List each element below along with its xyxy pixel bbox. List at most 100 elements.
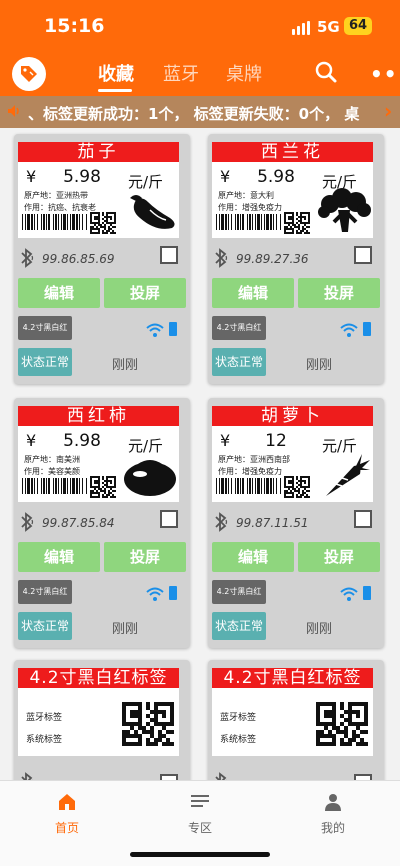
update-notice-text: 、标签更新成功：1个， 标签更新失败：0个， 桌 xyxy=(28,105,360,123)
edit-button[interactable]: 编辑 xyxy=(212,278,294,308)
wifi-icon xyxy=(340,322,358,341)
favorites-grid: 茄子 ¥5.98 元/斤 原产地：亚洲热带 作用：抗癌、抗衰老 99.86.85.69 编辑… xyxy=(0,128,400,780)
label-line: 系统标签 xyxy=(220,735,257,745)
battery-indicator: 64 xyxy=(344,17,372,35)
more-menu-button[interactable]: ••• xyxy=(370,62,400,86)
label-line: 蓝牙标签 xyxy=(26,713,63,723)
last-updated: 刚刚 xyxy=(112,358,139,373)
product-name: 西兰花 xyxy=(212,142,373,162)
select-checkbox[interactable] xyxy=(354,510,372,528)
tag-size-badge: 4.2寸黑白红 xyxy=(18,580,72,604)
status-bar: 15:16 5G 64 xyxy=(0,0,400,52)
device-row: 99.87.11.51 xyxy=(208,510,384,534)
price-row: ¥5.98 xyxy=(26,167,110,187)
tab-table-card[interactable]: 桌牌 xyxy=(226,60,262,86)
tag-card[interactable]: 西红柿 ¥5.98 元/斤 原产地：南美洲 作用：美容美颜 99.87.85.84 编辑 投屏… xyxy=(14,398,190,648)
product-origin: 原产地：南美洲 xyxy=(24,455,80,464)
label-preview: 西兰花 ¥5.98 元/斤 原产地：意大利 作用：增强免疫力 xyxy=(212,142,373,238)
bluetooth-icon xyxy=(20,248,34,272)
label-line: 蓝牙标签 xyxy=(220,713,257,723)
currency-symbol: ¥ xyxy=(220,167,231,186)
price-value: 12 xyxy=(265,431,287,451)
last-updated: 刚刚 xyxy=(306,358,333,373)
label-line: 系统标签 xyxy=(26,735,63,745)
tag-card[interactable]: 西兰花 ¥5.98 元/斤 原产地：意大利 作用：增强免疫力 99.89.27.36 编辑投… xyxy=(208,134,384,384)
project-screen-button[interactable]: 投屏 xyxy=(298,542,380,572)
status-button[interactable]: 状态正常 xyxy=(18,348,72,376)
battery-icon xyxy=(363,322,371,336)
edit-button[interactable]: 编辑 xyxy=(212,542,294,572)
battery-icon xyxy=(169,586,177,600)
project-screen-button[interactable]: 投屏 xyxy=(104,278,186,308)
product-origin: 原产地：亚洲西南部 xyxy=(218,455,290,464)
product-effect: 作用：美容美颜 xyxy=(24,467,80,476)
select-checkbox[interactable] xyxy=(354,246,372,264)
currency-symbol: ¥ xyxy=(26,167,37,186)
tag-card[interactable]: 4.2寸黑白红标签 蓝牙标签 系统标签 xyxy=(208,660,384,780)
device-row: 99.89.27.36 xyxy=(208,246,384,270)
currency-symbol: ¥ xyxy=(26,431,37,450)
device-address: 99.87.85.84 xyxy=(42,516,115,530)
tag-card[interactable]: 4.2寸黑白红标签 蓝牙标签 系统标签 xyxy=(14,660,190,780)
nav-zone[interactable]: 专区 xyxy=(165,791,235,836)
bluetooth-icon xyxy=(214,772,228,780)
status-button[interactable]: 状态正常 xyxy=(212,612,266,640)
bluetooth-icon xyxy=(214,248,228,272)
label-preview: 西红柿 ¥5.98 元/斤 原产地：南美洲 作用：美容美颜 xyxy=(18,406,179,502)
label-preview: 4.2寸黑白红标签 蓝牙标签 系统标签 xyxy=(18,668,179,756)
wifi-icon xyxy=(146,586,164,605)
chevron-right-icon[interactable]: › xyxy=(380,99,393,123)
battery-icon xyxy=(169,322,177,336)
device-address: 99.87.11.51 xyxy=(236,516,309,530)
select-checkbox[interactable] xyxy=(160,246,178,264)
bluetooth-icon xyxy=(214,512,228,536)
qr-code-icon xyxy=(122,702,174,746)
price-row: ¥5.98 xyxy=(26,431,110,451)
qr-code-icon xyxy=(284,212,310,234)
price-value: 5.98 xyxy=(257,167,295,187)
product-effect: 作用：增强免疫力 xyxy=(218,467,282,476)
qr-code-icon xyxy=(90,476,116,498)
select-checkbox[interactable] xyxy=(160,510,178,528)
wifi-icon xyxy=(146,322,164,341)
label-title: 4.2寸黑白红标签 xyxy=(18,668,179,688)
tag-size-badge: 4.2寸黑白红 xyxy=(212,580,266,604)
battery-icon xyxy=(363,586,371,600)
tag-card[interactable]: 茄子 ¥5.98 元/斤 原产地：亚洲热带 作用：抗癌、抗衰老 99.86.85.69 编辑… xyxy=(14,134,190,384)
person-icon xyxy=(298,791,368,813)
qr-code-icon xyxy=(90,212,116,234)
edit-button[interactable]: 编辑 xyxy=(18,278,100,308)
product-name: 西红柿 xyxy=(18,406,179,426)
edit-button[interactable]: 编辑 xyxy=(18,542,100,572)
label-title: 4.2寸黑白红标签 xyxy=(212,668,373,688)
nav-label: 我的 xyxy=(320,821,345,835)
nav-label: 专区 xyxy=(187,821,212,835)
product-effect: 作用：抗癌、抗衰老 xyxy=(24,203,96,212)
price-tag-icon[interactable] xyxy=(12,57,46,91)
tab-bluetooth[interactable]: 蓝牙 xyxy=(163,60,199,86)
eggplant-icon xyxy=(122,188,178,234)
device-row: 99.87.85.84 xyxy=(14,510,190,534)
tag-card[interactable]: 胡萝卜 ¥12 元/斤 原产地：亚洲西南部 作用：增强免疫力 99.87.11.51 编辑投… xyxy=(208,398,384,648)
status-button[interactable]: 状态正常 xyxy=(18,612,72,640)
tab-favorites[interactable]: 收藏 xyxy=(98,60,134,86)
nav-home[interactable]: 首页 xyxy=(32,791,102,836)
search-icon[interactable] xyxy=(314,60,338,84)
home-indicator xyxy=(130,852,270,857)
barcode-icon xyxy=(22,478,88,494)
price-value: 5.98 xyxy=(63,431,101,451)
status-button[interactable]: 状态正常 xyxy=(212,348,266,376)
tag-size-badge: 4.2寸黑白红 xyxy=(18,316,72,340)
speaker-icon xyxy=(6,103,22,123)
qr-code-icon xyxy=(316,702,368,746)
currency-symbol: ¥ xyxy=(220,431,231,450)
wifi-icon xyxy=(340,586,358,605)
tag-size-badge: 4.2寸黑白红 xyxy=(212,316,266,340)
nav-profile[interactable]: 我的 xyxy=(298,791,368,836)
list-icon xyxy=(165,791,235,813)
last-updated: 刚刚 xyxy=(306,622,333,637)
project-screen-button[interactable]: 投屏 xyxy=(298,278,380,308)
carrot-icon xyxy=(316,452,372,498)
broccoli-icon xyxy=(316,188,372,234)
project-screen-button[interactable]: 投屏 xyxy=(104,542,186,572)
